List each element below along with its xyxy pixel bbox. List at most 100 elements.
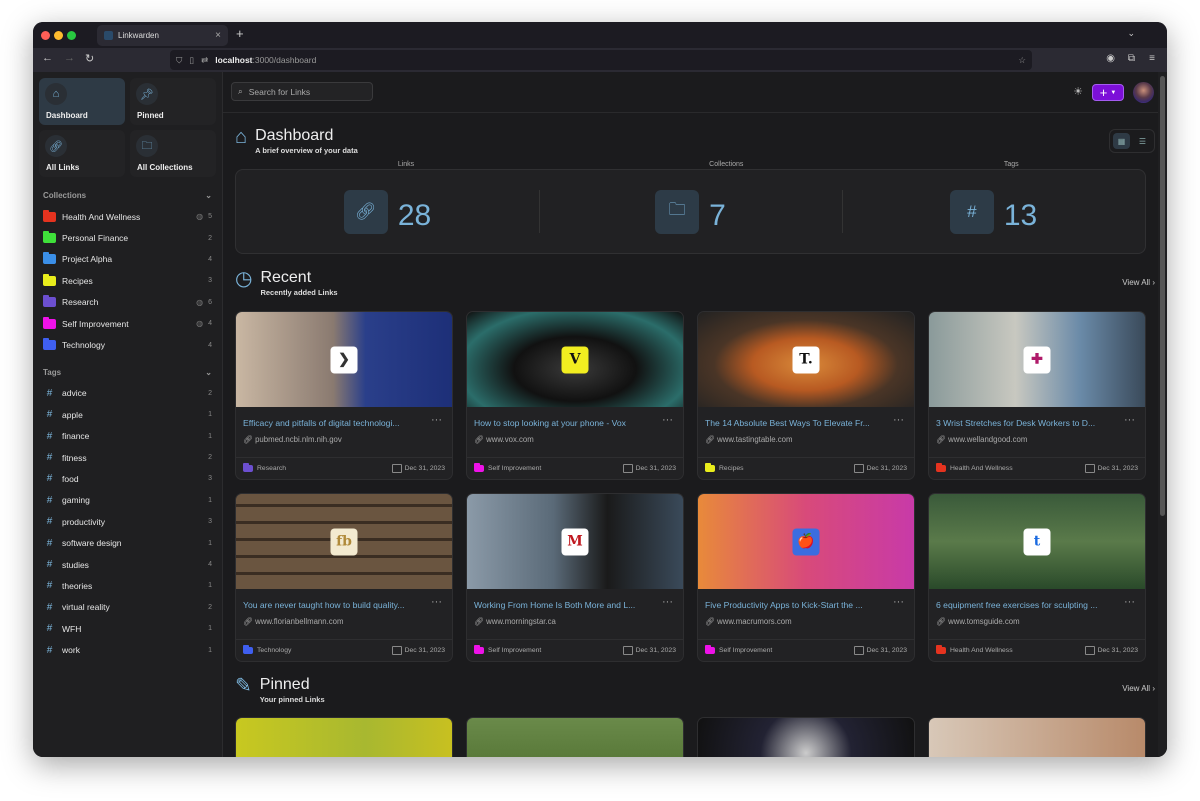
sidebar-tag-item[interactable]: # virtual reality 2 bbox=[39, 597, 216, 618]
sidebar-nav-all-collections[interactable]: 🗀 All Collections bbox=[130, 130, 216, 177]
more-options-icon[interactable]: ··· bbox=[1124, 596, 1135, 608]
sidebar-collection-item[interactable]: Recipes 3 bbox=[39, 270, 216, 291]
close-tab-icon[interactable]: × bbox=[215, 30, 221, 41]
link-card[interactable]: M Working From Home Is Both More and L...… bbox=[466, 493, 684, 662]
tags-header[interactable]: Tags ⌄ bbox=[43, 368, 212, 377]
sidebar-collection-item[interactable]: Technology 4 bbox=[39, 334, 216, 355]
extensions-icon[interactable]: ⧉ bbox=[1128, 53, 1135, 64]
chevron-down-icon[interactable]: ⌄ bbox=[205, 368, 212, 377]
back-icon[interactable]: ← bbox=[42, 52, 53, 64]
link-title[interactable]: Five Productivity Apps to Kick-Start the… bbox=[705, 600, 884, 610]
link-title[interactable]: Efficacy and pitfalls of digital technol… bbox=[243, 418, 422, 428]
recent-view-all-link[interactable]: View All › bbox=[1122, 278, 1155, 287]
theme-toggle-sun-icon[interactable]: ☀ bbox=[1073, 85, 1083, 98]
browser-tab[interactable]: Linkwarden × bbox=[97, 25, 228, 46]
sidebar-tag-item[interactable]: # fitness 2 bbox=[39, 447, 216, 468]
account-icon[interactable]: ◉ bbox=[1106, 53, 1115, 64]
new-link-button[interactable]: + ▼ bbox=[1092, 84, 1124, 101]
pinned-link-card[interactable] bbox=[235, 717, 453, 757]
new-tab-button[interactable]: + bbox=[236, 26, 244, 41]
chevron-down-icon[interactable]: ⌄ bbox=[205, 191, 212, 200]
link-preview-image[interactable]: 🍎 bbox=[698, 494, 914, 589]
sidebar-tag-item[interactable]: # work 1 bbox=[39, 639, 216, 660]
sidebar-tag-item[interactable]: # WFH 1 bbox=[39, 618, 216, 639]
list-view-icon[interactable]: ☰ bbox=[1134, 133, 1151, 149]
link-collection[interactable]: Self Improvement bbox=[488, 465, 541, 472]
link-card[interactable]: T. The 14 Absolute Best Ways To Elevate F… bbox=[697, 311, 915, 480]
more-options-icon[interactable]: ··· bbox=[893, 596, 904, 608]
grid-view-icon[interactable]: ▦ bbox=[1113, 133, 1130, 149]
link-preview-image[interactable]: t bbox=[929, 494, 1145, 589]
link-preview-image[interactable]: M bbox=[467, 494, 683, 589]
link-title[interactable]: 6 equipment free exercises for sculpting… bbox=[936, 600, 1115, 610]
collections-header[interactable]: Collections ⌄ bbox=[43, 191, 212, 200]
sidebar-tag-item[interactable]: # gaming 1 bbox=[39, 490, 216, 511]
search-input[interactable]: ⌕ Search for Links bbox=[231, 82, 373, 101]
sidebar-tag-item[interactable]: # finance 1 bbox=[39, 426, 216, 447]
link-card[interactable]: ❯ Efficacy and pitfalls of digital techno… bbox=[235, 311, 453, 480]
more-options-icon[interactable]: ··· bbox=[1124, 414, 1135, 426]
link-preview-image[interactable]: ❯ bbox=[236, 312, 452, 407]
pinned-view-all-link[interactable]: View All › bbox=[1122, 684, 1155, 693]
link-preview-image[interactable]: ✚ bbox=[929, 312, 1145, 407]
sidebar-nav-dashboard[interactable]: ⌂ Dashboard bbox=[39, 78, 125, 125]
sidebar-collection-item[interactable]: Project Alpha 4 bbox=[39, 249, 216, 270]
pinned-link-card[interactable] bbox=[697, 717, 915, 757]
link-title[interactable]: How to stop looking at your phone - Vox bbox=[474, 418, 653, 428]
pinned-link-card[interactable] bbox=[466, 717, 684, 757]
link-preview-image[interactable]: V bbox=[467, 312, 683, 407]
link-collection[interactable]: Recipes bbox=[719, 465, 744, 472]
sidebar-tag-item[interactable]: # food 3 bbox=[39, 468, 216, 489]
more-options-icon[interactable]: ··· bbox=[662, 414, 673, 426]
link-card[interactable]: fb You are never taught how to build qual… bbox=[235, 493, 453, 662]
link-collection[interactable]: Research bbox=[257, 465, 286, 472]
address-bar[interactable]: ⛉ ▯ ⇄ localhost:3000/dashboard ☆ bbox=[170, 50, 1032, 70]
link-card[interactable]: V How to stop looking at your phone - Vox… bbox=[466, 311, 684, 480]
link-preview-image[interactable] bbox=[698, 718, 914, 757]
sidebar-tag-item[interactable]: # theories 1 bbox=[39, 575, 216, 596]
sidebar-tag-item[interactable]: # apple 1 bbox=[39, 404, 216, 425]
link-collection[interactable]: Self Improvement bbox=[719, 647, 772, 654]
minimize-window-button[interactable] bbox=[54, 31, 63, 40]
link-title[interactable]: 3 Wrist Stretches for Desk Workers to D.… bbox=[936, 418, 1115, 428]
sidebar-collection-item[interactable]: Research ◍ 6 bbox=[39, 292, 216, 313]
more-options-icon[interactable]: ··· bbox=[893, 414, 904, 426]
sidebar-nav-all-links[interactable]: 🔗︎ All Links bbox=[39, 130, 125, 177]
scrollbar[interactable] bbox=[1158, 72, 1167, 757]
sidebar-tag-item[interactable]: # productivity 3 bbox=[39, 511, 216, 532]
sidebar-tag-item[interactable]: # software design 1 bbox=[39, 532, 216, 553]
pinned-link-card[interactable] bbox=[928, 717, 1146, 757]
sidebar-tag-item[interactable]: # advice 2 bbox=[39, 383, 216, 404]
link-preview-image[interactable] bbox=[236, 718, 452, 757]
link-preview-image[interactable]: fb bbox=[236, 494, 452, 589]
link-collection[interactable]: Health And Wellness bbox=[950, 465, 1013, 472]
sidebar-collection-item[interactable]: Self Improvement ◍ 4 bbox=[39, 313, 216, 334]
link-preview-image[interactable] bbox=[467, 718, 683, 757]
link-title[interactable]: The 14 Absolute Best Ways To Elevate Fr.… bbox=[705, 418, 884, 428]
link-title[interactable]: You are never taught how to build qualit… bbox=[243, 600, 422, 610]
link-collection[interactable]: Self Improvement bbox=[488, 647, 541, 654]
menu-icon[interactable]: ≡ bbox=[1149, 53, 1155, 64]
user-avatar[interactable] bbox=[1133, 82, 1154, 103]
more-options-icon[interactable]: ··· bbox=[662, 596, 673, 608]
more-options-icon[interactable]: ··· bbox=[431, 596, 442, 608]
link-card[interactable]: 🍎 Five Productivity Apps to Kick-Start th… bbox=[697, 493, 915, 662]
more-options-icon[interactable]: ··· bbox=[431, 414, 442, 426]
bookmark-star-icon[interactable]: ☆ bbox=[1018, 55, 1026, 66]
link-card[interactable]: t 6 equipment free exercises for sculptin… bbox=[928, 493, 1146, 662]
tab-list-chevron-icon[interactable]: ⌄ bbox=[1127, 28, 1135, 39]
sidebar-collection-item[interactable]: Personal Finance 2 bbox=[39, 227, 216, 248]
close-window-button[interactable] bbox=[41, 31, 50, 40]
maximize-window-button[interactable] bbox=[67, 31, 76, 40]
sidebar-collection-item[interactable]: Health And Wellness ◍ 5 bbox=[39, 206, 216, 227]
link-collection[interactable]: Health And Wellness bbox=[950, 647, 1013, 654]
link-collection[interactable]: Technology bbox=[257, 647, 291, 654]
link-title[interactable]: Working From Home Is Both More and L... bbox=[474, 600, 653, 610]
link-card[interactable]: ✚ 3 Wrist Stretches for Desk Workers to D… bbox=[928, 311, 1146, 480]
sidebar-tag-item[interactable]: # studies 4 bbox=[39, 554, 216, 575]
reload-icon[interactable]: ↻ bbox=[85, 52, 94, 65]
link-preview-image[interactable]: T. bbox=[698, 312, 914, 407]
link-preview-image[interactable] bbox=[929, 718, 1145, 757]
sidebar-nav-pinned[interactable]: 📌︎ Pinned bbox=[130, 78, 216, 125]
forward-icon[interactable]: → bbox=[64, 52, 75, 64]
